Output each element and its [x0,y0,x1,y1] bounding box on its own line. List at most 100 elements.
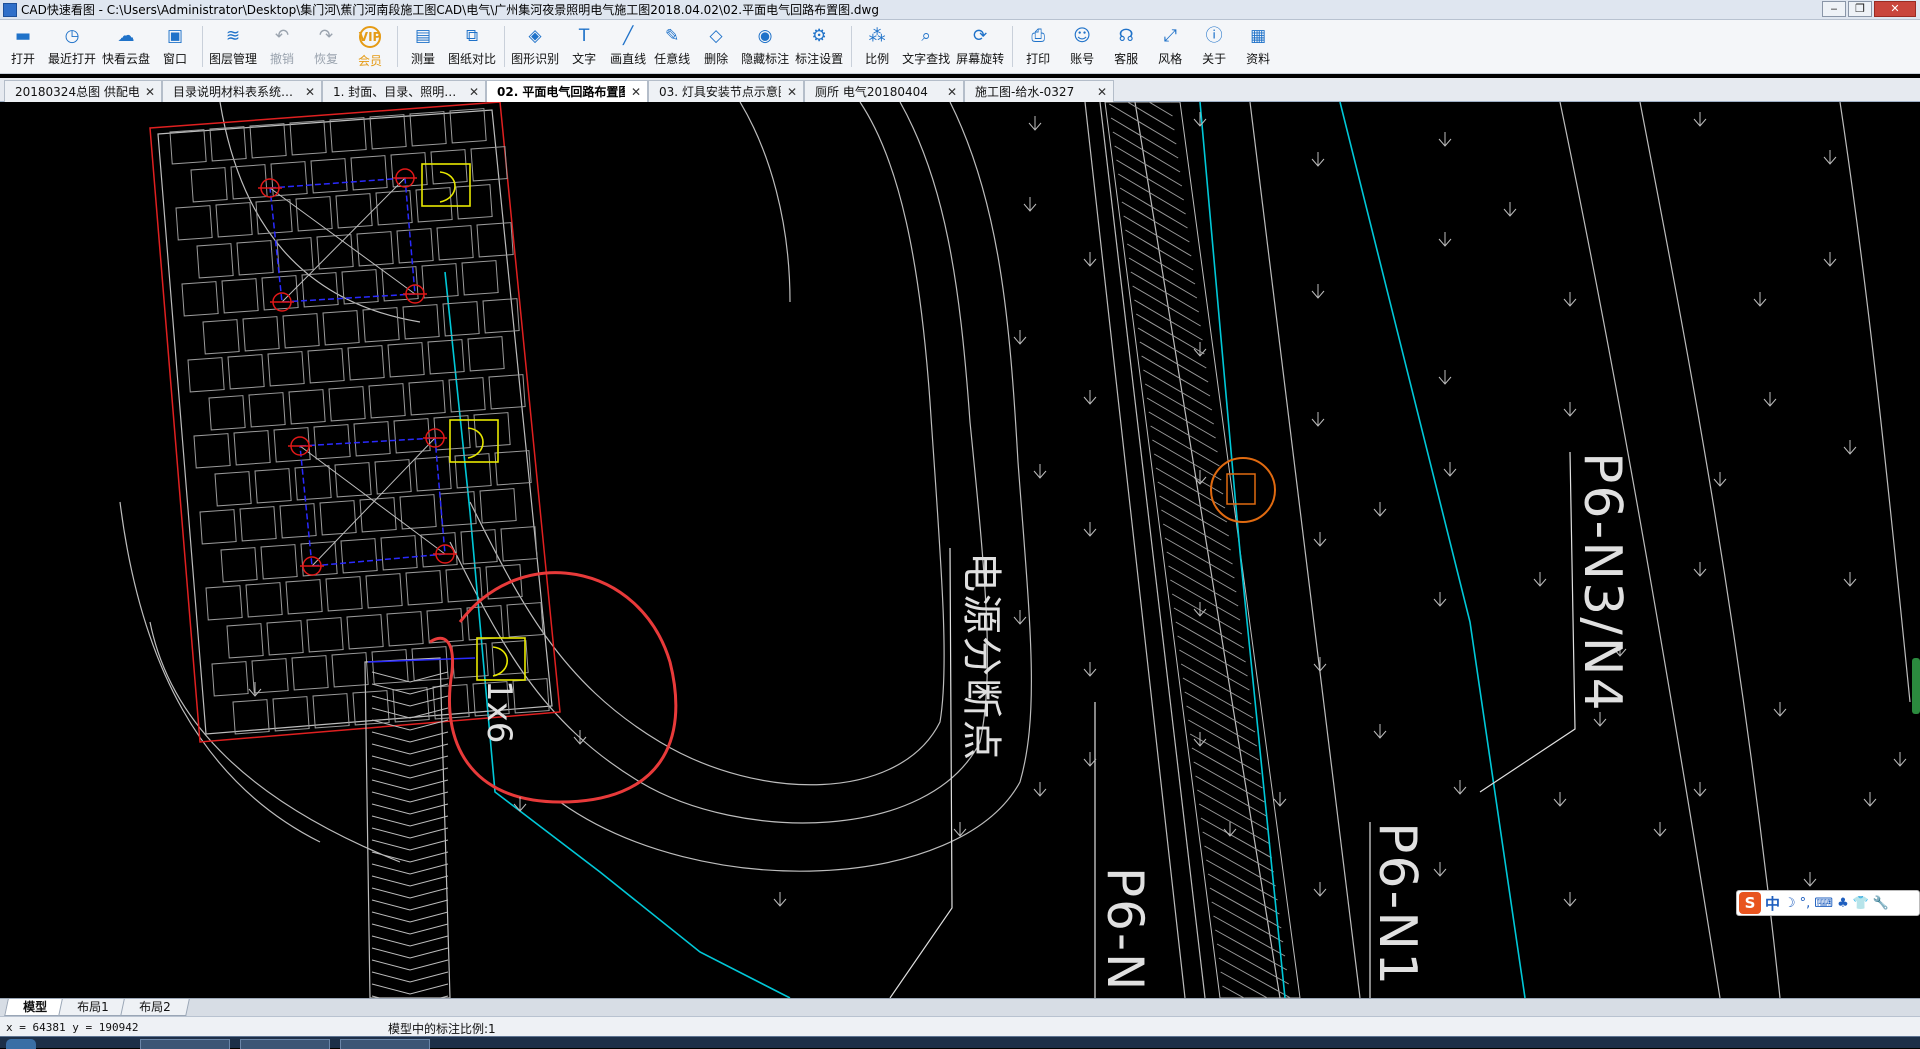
toolbar-button-compare[interactable]: ⧉ 图纸对比 [448,20,496,73]
slope-arrow [1773,702,1787,717]
slope-arrow [1823,252,1837,267]
ime-tool-icon[interactable]: °, [1800,896,1811,911]
text-search-icon: ⌕ [921,26,931,46]
toolbar-button-cloud[interactable]: ☁ 快看云盘 [102,20,150,73]
toolbar-button-docs[interactable]: ▦ 资料 [1239,20,1277,73]
tab-close-icon[interactable]: ✕ [469,85,479,99]
cad-drawing[interactable]: 电源分断点 P6-N3/N4 P6-N1 P6-N 1x6 [0,102,1920,998]
toolbar-button-label: 删除 [704,52,729,66]
toolbar-button-freehand-pen[interactable]: ✎ 任意线 [653,20,691,73]
hatch-strip [1104,102,1301,998]
document-tab[interactable]: 02. 平面电气回路布置图 ✕ [486,80,648,102]
toolbar-button-layers[interactable]: ≋ 图层管理 [209,20,257,73]
toolbar-button-text[interactable]: T 文字 [565,20,603,73]
document-tab[interactable]: 20180324总图 供配电 ✕ [4,80,162,102]
paving-block [334,462,372,498]
paving-block [427,339,465,375]
toolbar-button-window[interactable]: ▣ 窗口 [156,20,194,73]
document-tab[interactable]: 1. 封面、目录、照明… ✕ [322,80,486,102]
paving-block [306,617,344,653]
tab-close-icon[interactable]: ✕ [145,85,155,99]
toolbar-button-undo[interactable]: ↶ 撤销 [263,20,301,73]
ime-toolbar[interactable]: S 中 ☽ °, ⌨ ♣ 👕 🔧 [1736,890,1920,916]
toolbar-button-label: 图纸对比 [448,52,497,66]
toolbar-button-label: 资料 [1246,52,1271,66]
weave-line [371,959,449,971]
tab-close-icon[interactable]: ✕ [787,85,797,99]
ime-language[interactable]: 中 [1765,893,1780,914]
label-cable-1x6: 1x6 [479,680,519,743]
hatch-line [1193,761,1265,803]
hatch-line [1153,453,1224,495]
document-tab[interactable]: 目录说明材料表系统… ✕ [162,80,322,102]
toolbar-button-rotate-screen[interactable]: ⟳ 屏幕旋转 [956,20,1004,73]
toolbar-button-account[interactable]: ☺ 账号 [1063,20,1101,73]
tab-close-icon[interactable]: ✕ [1097,85,1107,99]
ime-tool-icon[interactable]: ☽ [1784,896,1796,911]
tab-close-icon[interactable]: ✕ [947,85,957,99]
tab-label: 02. 平面电气回路布置图 [497,85,625,99]
tab-close-icon[interactable]: ✕ [631,85,641,99]
toolbar-button-printer[interactable]: ⎙ 打印 [1019,20,1057,73]
cloud-icon: ☁ [117,26,135,46]
paving-block [190,167,228,203]
toolbar-button-label: 图层管理 [209,52,258,66]
layout-tab[interactable]: 布局2 [119,999,190,1016]
toolbar-button-ruler[interactable]: ▤ 测量 [404,20,442,73]
paving-block [208,395,246,431]
side-handle[interactable] [1912,658,1920,714]
slope-arrow [1373,502,1387,517]
paving-block [226,623,264,659]
info-icon: ⓘ [1205,26,1223,46]
paving-block [460,529,498,565]
toolbar-button-scale[interactable]: ⁂ 比例 [858,20,896,73]
paving-block [411,646,449,682]
style-icon: ⤢ [1163,26,1177,46]
layout-tab[interactable]: 模型 [4,999,66,1016]
toolbar-button-info[interactable]: ⓘ 关于 [1195,20,1233,73]
ime-tool-icon[interactable]: 🔧 [1873,896,1889,911]
paving-block [279,503,317,539]
toolbar-button-vip[interactable]: VIP 会员 [351,20,389,73]
slope-arrow [1193,112,1207,127]
vip-icon: VIP [359,26,381,48]
paving-block [329,117,367,153]
toolbar-button-annotation-settings[interactable]: ⚙ 标注设置 [795,20,843,73]
paving-block [193,433,231,469]
toolbar-button-folder-open[interactable]: ▬ 打开 [4,20,42,73]
toolbar-button-redo[interactable]: ↷ 恢复 [307,20,345,73]
tab-close-icon[interactable]: ✕ [305,85,315,99]
slope-arrow [1273,792,1287,807]
paving-block [353,421,391,457]
close-window-button[interactable]: ✕ [1874,1,1916,17]
paving-block [276,237,314,273]
toolbar-button-shape-recognize[interactable]: ◈ 图形识别 [511,20,559,73]
toolbar-button-label: 图形识别 [511,52,560,66]
slope-arrow [1373,724,1387,739]
road-curves [119,102,1911,998]
drawing-canvas[interactable]: 电源分断点 P6-N3/N4 P6-N1 P6-N 1x6 S 中 ☽ °, ⌨ ♣ 👕… [0,102,1920,998]
toolbar-button-headset[interactable]: ☊ 客服 [1107,20,1145,73]
ime-tool-icon[interactable]: ♣ [1837,896,1849,911]
toolbar-button-recent-clock[interactable]: ◷ 最近打开 [48,20,96,73]
paving-block [316,234,354,270]
document-tab[interactable]: 施工图-给水-0327 ✕ [964,80,1114,102]
toolbar-button-hide-eye[interactable]: ◉ 隐藏标注 [741,20,789,73]
hatch-line [1186,705,1258,747]
toolbar-button-eraser[interactable]: ◇ 删除 [697,20,735,73]
toolbar-button-line[interactable]: ╱ 画直线 [609,20,647,73]
document-tab[interactable]: 03. 灯具安装节点示意图 ✕ [648,80,804,102]
toolbar-button-text-search[interactable]: ⌕ 文字查找 [902,20,950,73]
minimize-button[interactable]: ‒ [1822,1,1846,17]
paving-block [233,430,271,466]
maximize-button[interactable]: ❐ [1848,1,1872,17]
hatch-line [1166,551,1237,593]
toolbar-button-style[interactable]: ⤢ 风格 [1151,20,1189,73]
slope-arrow [1033,464,1047,479]
layout-tab[interactable]: 布局1 [58,999,128,1016]
slope-arrow [1013,330,1027,345]
hatch-line [1184,691,1256,733]
ime-tool-icon[interactable]: 👕 [1853,896,1869,911]
document-tab[interactable]: 厕所 电气20180404 ✕ [804,80,964,102]
ime-tool-icon[interactable]: ⌨ [1814,896,1833,911]
